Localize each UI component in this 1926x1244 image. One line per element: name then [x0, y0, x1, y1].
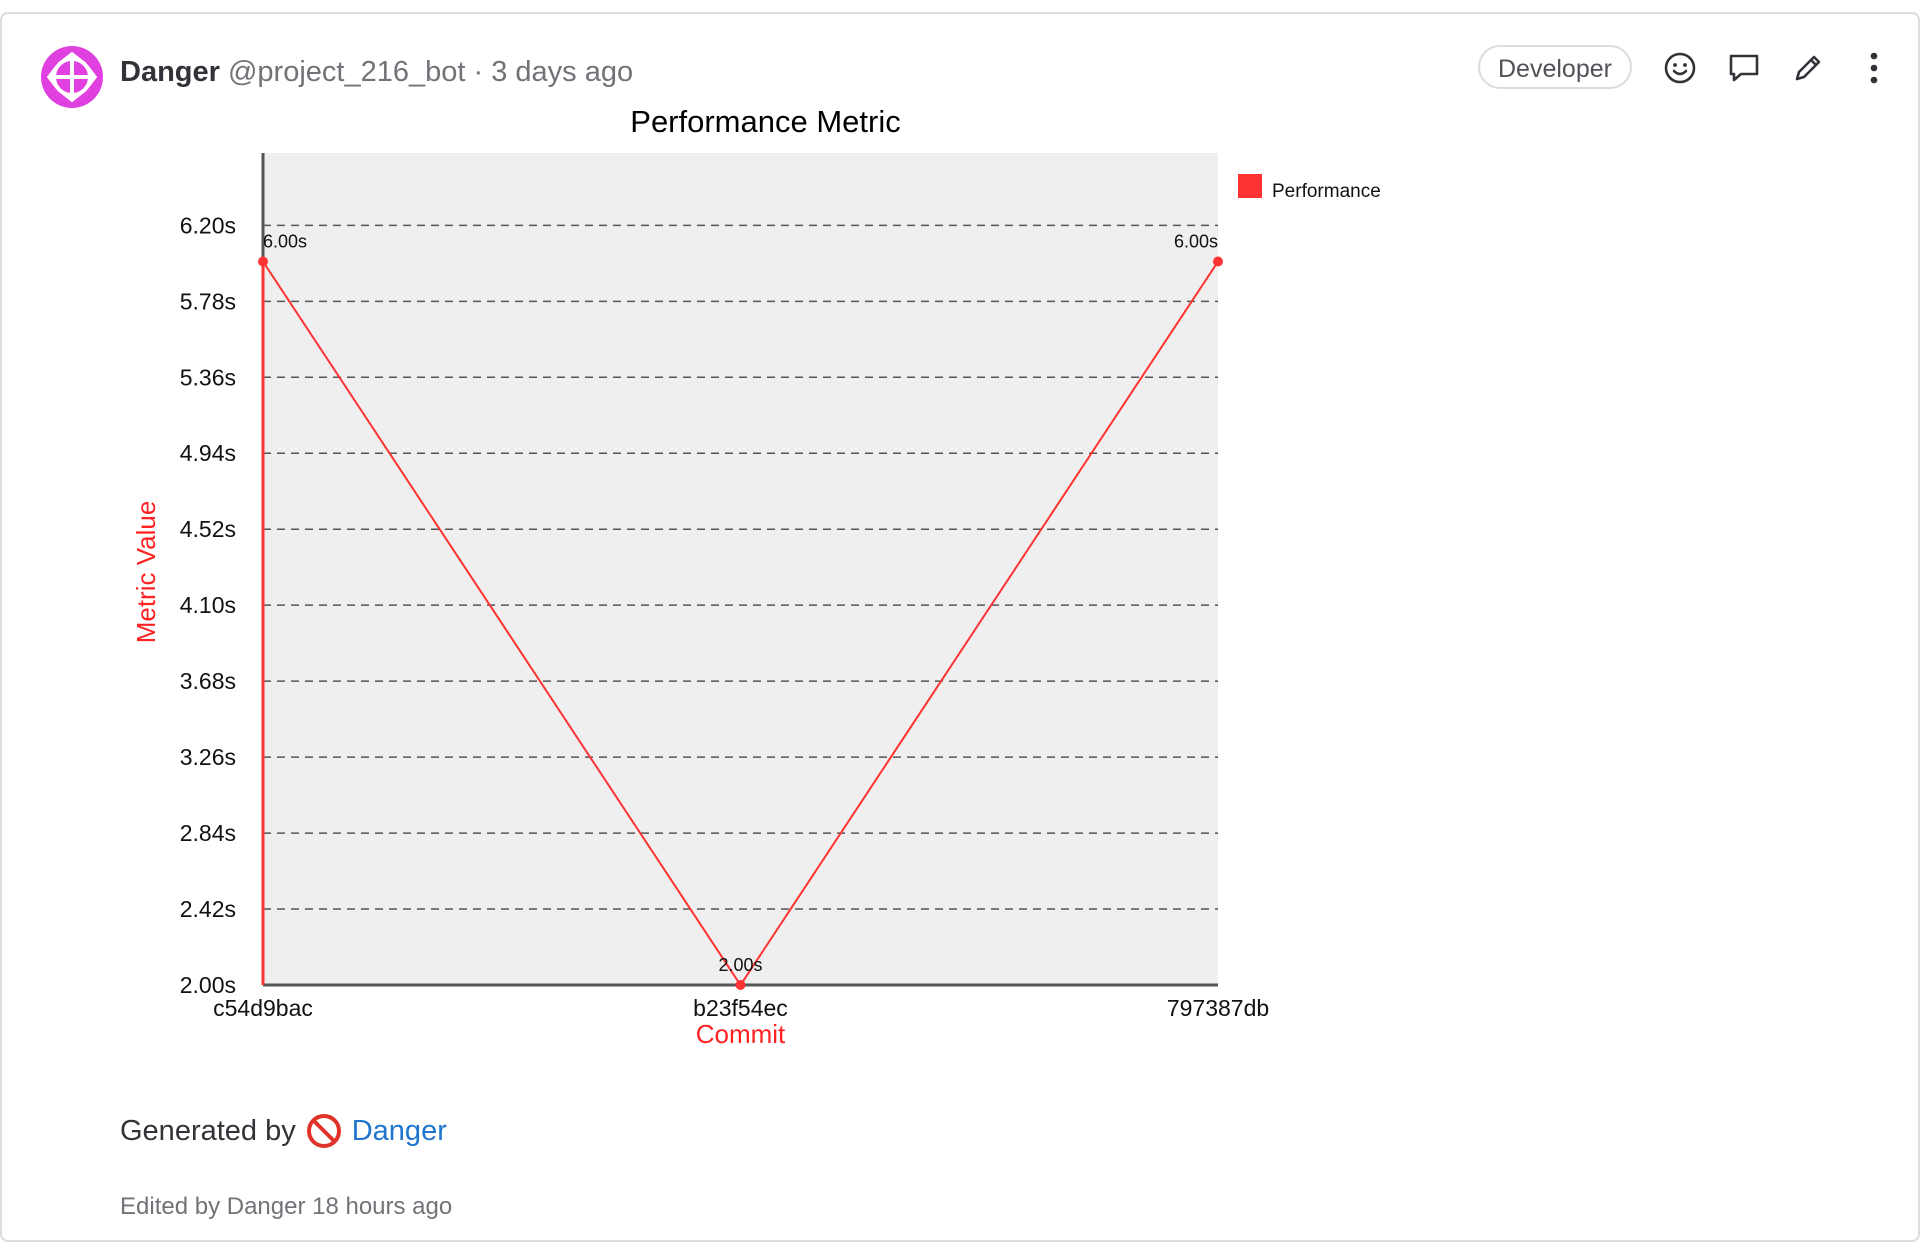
data-point	[735, 980, 746, 990]
x-tick-label: 797387db	[1167, 995, 1269, 1021]
x-axis-title: Commit	[696, 1019, 786, 1049]
data-point	[258, 256, 268, 267]
data-label: 6.00s	[263, 232, 307, 252]
data-label: 6.00s	[1174, 232, 1218, 252]
edited-info: Edited by Danger 18 hours ago	[120, 1193, 453, 1220]
y-tick-label: 3.26s	[180, 744, 236, 770]
y-axis-title: Metric Value	[131, 501, 161, 644]
legend-label: Performance	[1272, 181, 1381, 202]
performance-chart: 2.00s 2.42s 2.84s 3.26s 3.68s 4.10s 4.52s 4.94s…	[131, 104, 1381, 1049]
y-tick-label: 4.52s	[180, 516, 236, 542]
data-label: 2.00s	[718, 955, 762, 975]
legend-swatch	[1238, 174, 1262, 198]
x-tick-label: b23f54ec	[693, 995, 788, 1021]
generated-by-label: Generated by	[120, 1114, 296, 1147]
y-tick-label: 5.78s	[180, 288, 236, 314]
plot-area	[263, 153, 1218, 985]
y-tick-label: 2.42s	[180, 896, 236, 922]
data-point	[1213, 256, 1223, 267]
y-tick-label: 4.10s	[180, 592, 236, 618]
y-tick-label: 3.68s	[180, 668, 236, 694]
no-entry-icon	[306, 1114, 341, 1148]
x-tick-label: c54d9bac	[213, 995, 313, 1021]
y-tick-label: 6.20s	[180, 212, 236, 238]
chart-title: Performance Metric	[630, 104, 900, 139]
generated-by-line: Generated by Danger	[120, 1113, 447, 1149]
y-tick-label: 4.94s	[180, 440, 236, 466]
y-tick-label: 5.36s	[180, 364, 236, 390]
y-tick-label: 2.84s	[180, 820, 236, 846]
merge-request-note-page: Danger @project_216_bot · 3 days ago Dev…	[0, 0, 1926, 1244]
danger-link[interactable]: Danger	[352, 1115, 447, 1148]
